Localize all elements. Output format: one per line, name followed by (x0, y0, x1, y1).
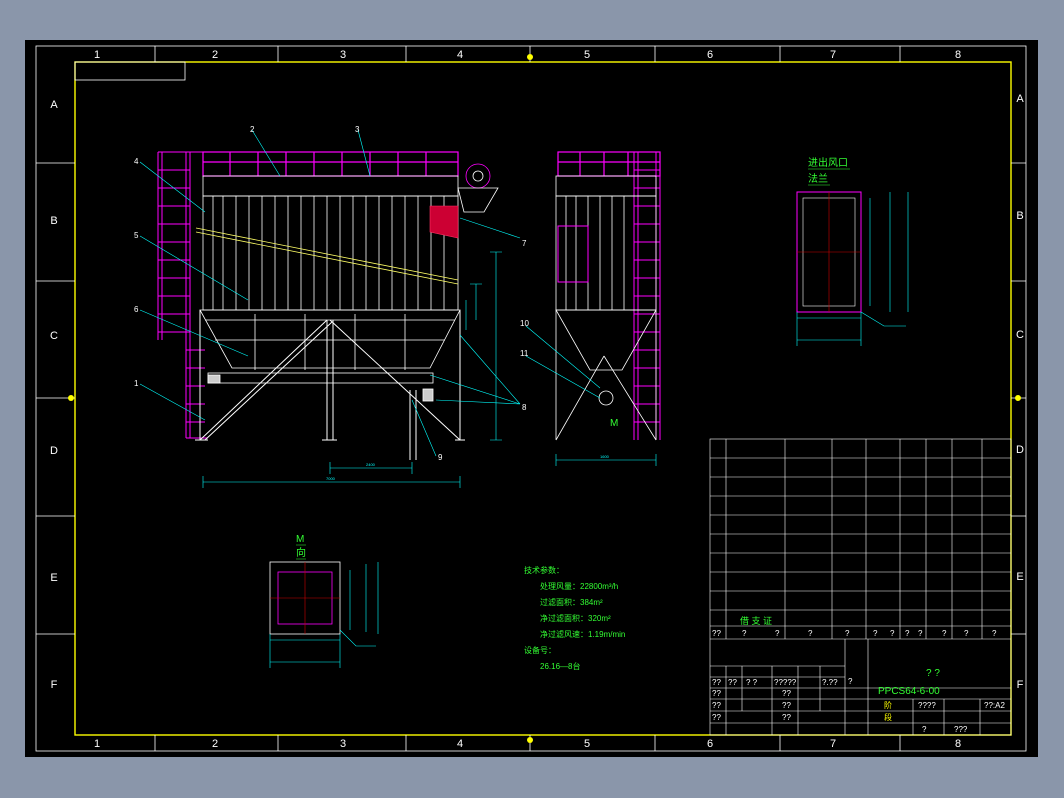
tech-equip-heading: 设备号： (524, 645, 556, 655)
bottom-mark-2: ??? (954, 725, 968, 734)
bottom-mark-1: ? (922, 725, 927, 734)
tb-left-11: ?? (782, 713, 791, 722)
zone-row-c-left: C (50, 330, 58, 342)
callout-9: 9 (438, 453, 443, 462)
tb-left-5: ?.?? (822, 678, 838, 687)
view-m-marker: M (610, 418, 618, 429)
side-callout-11: 11 (520, 349, 529, 358)
zone-col-4-bottom: 4 (457, 738, 463, 750)
zone-col-6-top: 6 (707, 49, 713, 61)
zone-row-a-right: A (1016, 93, 1024, 105)
tech-line-net-area: 净过滤面积：320m² (540, 613, 611, 623)
zone-row-f-right: F (1017, 679, 1024, 691)
tb-left-3: ? ? (746, 678, 758, 687)
zone-col-5-top: 5 (584, 49, 590, 61)
zone-col-2-bottom: 2 (212, 738, 218, 750)
zone-row-f-left: F (51, 679, 58, 691)
drawing-number: PPCS64-6-00 (878, 686, 940, 697)
view-m-subtitle: 向 (296, 546, 306, 559)
zone-row-d-left: D (50, 445, 58, 457)
sheet-size: ??:A2 (984, 701, 1005, 710)
tb-left-10: ?? (712, 713, 721, 722)
view-m-title: M (296, 534, 304, 545)
zone-col-7-bottom: 7 (830, 738, 836, 750)
scale-label: ???? (918, 701, 936, 710)
side-dim-width: 1600 (600, 454, 610, 459)
front-dim-width: 7000 (326, 476, 336, 481)
front-inlet (429, 205, 459, 239)
callout-4: 4 (134, 157, 139, 166)
zone-col-7-top: 7 (830, 49, 836, 61)
callout-5: 5 (134, 231, 139, 240)
flange-title: 进出风口 (808, 156, 848, 169)
callout-7: 7 (522, 239, 527, 248)
stage-label-2: 段 (884, 712, 892, 722)
tech-equip-line: 26.16—8台 (540, 661, 580, 671)
tb-left-9: ?? (782, 701, 791, 710)
tb-left-6: ?? (712, 689, 721, 698)
stage-label-1: 阶 (884, 700, 892, 710)
tb-left-8: ?? (712, 701, 721, 710)
tb-q-6: ? (873, 629, 878, 638)
zone-col-8-top: 8 (955, 49, 961, 61)
tb-q-3: ? (775, 629, 780, 638)
front-dim-leg: 2400 (366, 462, 376, 467)
zone-row-c-right: C (1016, 329, 1024, 341)
flange-subtitle: 法兰 (808, 172, 828, 185)
bottom-mark-3: ? (848, 677, 853, 686)
tb-left-4: ????? (774, 678, 797, 687)
tb-q-1: ?? (712, 629, 721, 638)
zone-row-b-right: B (1016, 210, 1023, 222)
tb-q-2: ? (742, 629, 747, 638)
zone-row-b-left: B (50, 215, 57, 227)
zone-row-e-left: E (50, 572, 57, 584)
zone-col-3-top: 3 (340, 49, 346, 61)
tb-left-2: ?? (728, 678, 737, 687)
tech-line-velocity: 净过滤风速：1.19m/min (540, 629, 625, 639)
tech-heading: 技术参数： (524, 565, 564, 575)
tb-q-7: ? (890, 629, 895, 638)
zone-col-6-bottom: 6 (707, 738, 713, 750)
callout-3: 3 (355, 125, 360, 134)
drawing-name: ? ? (926, 668, 940, 679)
signature-label: 借 支 证 (740, 615, 772, 626)
zone-row-d-right: D (1016, 444, 1024, 456)
tb-q-9: ? (918, 629, 923, 638)
cad-drawing-canvas: 1 2 3 4 5 6 7 8 1 2 3 4 5 6 7 8 A B C D … (25, 40, 1038, 757)
side-callout-10: 10 (520, 319, 529, 328)
tb-q-5: ? (845, 629, 850, 638)
zone-col-4-top: 4 (457, 49, 463, 61)
zone-col-8-bottom: 8 (955, 738, 961, 750)
zone-row-e-right: E (1016, 571, 1023, 583)
zone-col-5-bottom: 5 (584, 738, 590, 750)
callout-8: 8 (522, 403, 527, 412)
zone-col-1-top: 1 (94, 49, 100, 61)
callout-2: 2 (250, 125, 255, 134)
tb-left-7: ?? (782, 689, 791, 698)
tb-q-10: ? (942, 629, 947, 638)
tb-q-4: ? (808, 629, 813, 638)
zone-col-2-top: 2 (212, 49, 218, 61)
tb-q-11: ? (964, 629, 969, 638)
tb-q-12: ? (992, 629, 997, 638)
zone-col-3-bottom: 3 (340, 738, 346, 750)
zone-col-1-bottom: 1 (94, 738, 100, 750)
tb-q-8: ? (905, 629, 910, 638)
zone-row-a-left: A (50, 99, 58, 111)
callout-6: 6 (134, 305, 139, 314)
callout-1: 1 (134, 379, 139, 388)
tech-line-airflow: 处理风量：22800m³/h (540, 581, 618, 591)
tb-left-1: ?? (712, 678, 721, 687)
tech-line-filter-area: 过滤面积：384m² (540, 597, 603, 607)
